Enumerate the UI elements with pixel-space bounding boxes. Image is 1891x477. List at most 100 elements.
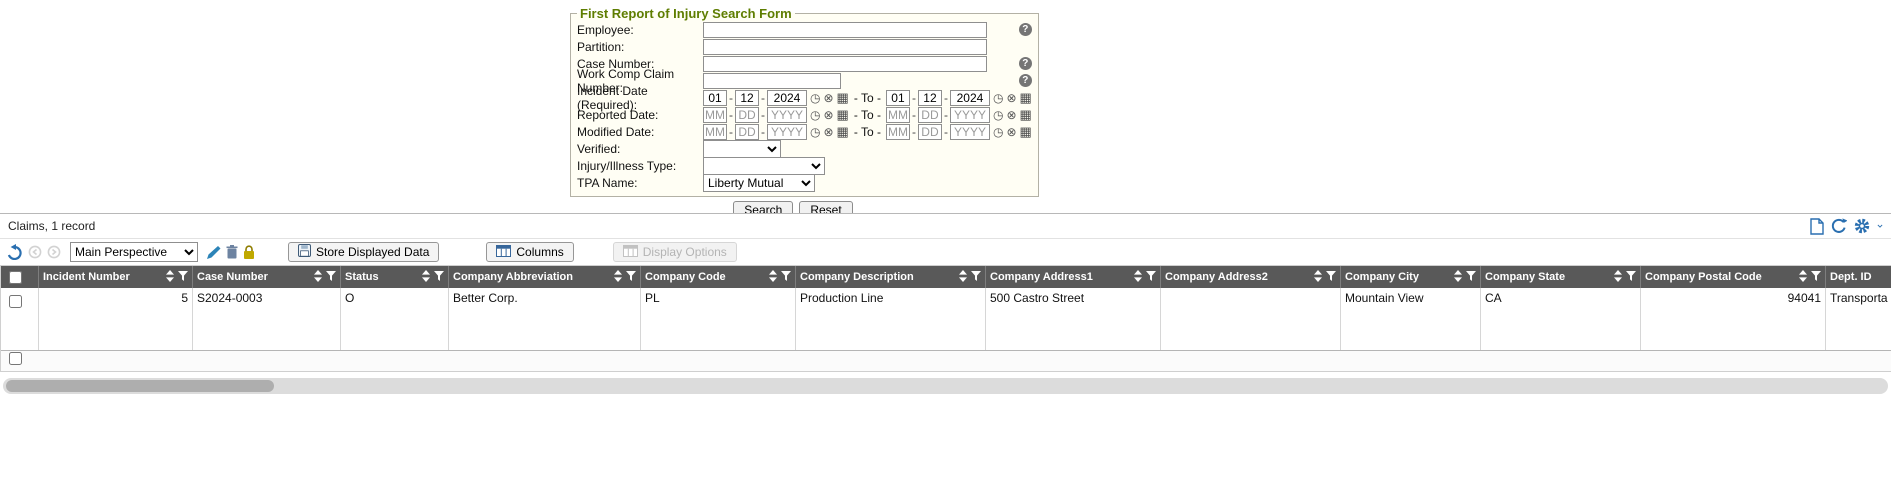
clear-icon[interactable]: ⊗ — [1006, 109, 1016, 121]
help-icon[interactable]: ? — [1019, 74, 1032, 87]
reload-perspective-icon[interactable] — [6, 244, 23, 260]
delete-perspective-icon[interactable] — [226, 245, 238, 259]
clear-icon[interactable]: ⊗ — [823, 126, 833, 138]
reported-from-month-input[interactable] — [703, 107, 727, 123]
employee-input[interactable] — [703, 22, 987, 38]
incident-to-year-input[interactable] — [950, 90, 990, 106]
reported-from-day-input[interactable] — [735, 107, 759, 123]
cell-company-code[interactable]: PL — [641, 288, 796, 350]
column-header-company-state[interactable]: Company State — [1481, 266, 1641, 288]
sort-icon[interactable] — [1614, 270, 1622, 285]
filter-icon[interactable] — [1466, 271, 1476, 284]
calendar-icon[interactable]: ▦ — [837, 108, 849, 121]
modified-from-day-input[interactable] — [735, 124, 759, 140]
sort-icon[interactable] — [769, 270, 777, 285]
scrollbar-thumb[interactable] — [6, 380, 274, 392]
column-header-dept-id[interactable]: Dept. ID — [1826, 266, 1891, 288]
clock-icon[interactable]: ◷ — [810, 126, 820, 138]
calendar-icon[interactable]: ▦ — [837, 125, 849, 138]
filter-icon[interactable] — [1626, 271, 1636, 284]
sort-icon[interactable] — [614, 270, 622, 285]
incident-from-month-input[interactable] — [703, 90, 727, 106]
calendar-icon[interactable]: ▦ — [1020, 125, 1032, 138]
columns-button[interactable]: Columns — [486, 242, 573, 262]
case-number-input[interactable] — [703, 56, 987, 72]
cell-case-number[interactable]: S2024-0003 — [193, 288, 341, 350]
filter-icon[interactable] — [781, 271, 791, 284]
row-checkbox[interactable] — [9, 295, 22, 308]
calendar-icon[interactable]: ▦ — [1020, 91, 1032, 104]
clock-icon[interactable]: ◷ — [810, 92, 820, 104]
filter-icon[interactable] — [178, 271, 188, 284]
reported-to-year-input[interactable] — [950, 107, 990, 123]
sort-icon[interactable] — [166, 270, 174, 285]
reported-from-year-input[interactable] — [767, 107, 807, 123]
horizontal-scrollbar[interactable] — [3, 378, 1888, 394]
modified-to-day-input[interactable] — [918, 124, 942, 140]
incident-to-day-input[interactable] — [918, 90, 942, 106]
injury-type-select[interactable] — [703, 157, 825, 175]
tpa-select[interactable]: Liberty Mutual — [703, 174, 815, 192]
column-header-company-address2[interactable]: Company Address2 — [1161, 266, 1341, 288]
column-header-company-code[interactable]: Company Code — [641, 266, 796, 288]
lock-icon[interactable] — [243, 245, 255, 260]
clear-icon[interactable]: ⊗ — [1006, 92, 1016, 104]
modified-to-year-input[interactable] — [950, 124, 990, 140]
cell-company-description[interactable]: Production Line — [796, 288, 986, 350]
clear-icon[interactable]: ⊗ — [823, 92, 833, 104]
filter-icon[interactable] — [626, 271, 636, 284]
clear-icon[interactable]: ⊗ — [823, 109, 833, 121]
help-icon[interactable]: ? — [1019, 57, 1032, 70]
store-displayed-data-button[interactable]: Store Displayed Data — [288, 242, 439, 262]
clear-icon[interactable]: ⊗ — [1006, 126, 1016, 138]
cell-dept-id[interactable]: Transporta — [1826, 288, 1891, 350]
cell-status[interactable]: O — [341, 288, 449, 350]
incident-from-day-input[interactable] — [735, 90, 759, 106]
cell-company-address2[interactable] — [1161, 288, 1341, 350]
new-document-icon[interactable] — [1810, 218, 1824, 235]
cell-company-state[interactable]: CA — [1481, 288, 1641, 350]
verified-select[interactable] — [703, 140, 781, 158]
cell-company-address1[interactable]: 500 Castro Street — [986, 288, 1161, 350]
reported-to-day-input[interactable] — [918, 107, 942, 123]
clock-icon[interactable]: ◷ — [993, 92, 1003, 104]
cell-company-postal-code[interactable]: 94041 — [1641, 288, 1826, 350]
perspective-select[interactable]: Main Perspective — [70, 242, 198, 262]
incident-to-month-input[interactable] — [886, 90, 910, 106]
refresh-icon[interactable] — [1831, 218, 1847, 234]
help-icon[interactable]: ? — [1019, 23, 1032, 36]
filter-icon[interactable] — [434, 271, 444, 284]
edit-perspective-icon[interactable] — [207, 245, 221, 259]
work-comp-claim-number-input[interactable] — [703, 73, 841, 89]
column-header-company-address1[interactable]: Company Address1 — [986, 266, 1161, 288]
column-header-company-abbreviation[interactable]: Company Abbreviation — [449, 266, 641, 288]
filter-icon[interactable] — [1811, 271, 1821, 284]
sort-icon[interactable] — [959, 270, 967, 285]
filter-icon[interactable] — [326, 271, 336, 284]
clock-icon[interactable]: ◷ — [993, 109, 1003, 121]
cell-company-city[interactable]: Mountain View — [1341, 288, 1481, 350]
calendar-icon[interactable]: ▦ — [1020, 108, 1032, 121]
clock-icon[interactable]: ◷ — [993, 126, 1003, 138]
footer-checkbox[interactable] — [9, 352, 22, 365]
cell-incident-number[interactable]: 5 — [39, 288, 193, 350]
calendar-icon[interactable]: ▦ — [837, 91, 849, 104]
sort-icon[interactable] — [422, 270, 430, 285]
sort-icon[interactable] — [1314, 270, 1322, 285]
column-header-status[interactable]: Status — [341, 266, 449, 288]
clock-icon[interactable]: ◷ — [810, 109, 820, 121]
select-all-checkbox[interactable] — [9, 271, 22, 284]
modified-to-month-input[interactable] — [886, 124, 910, 140]
sort-icon[interactable] — [1134, 270, 1142, 285]
gear-icon[interactable] — [1854, 218, 1870, 234]
column-header-company-postal-code[interactable]: Company Postal Code — [1641, 266, 1826, 288]
partition-input[interactable] — [703, 39, 987, 55]
filter-icon[interactable] — [971, 271, 981, 284]
sort-icon[interactable] — [314, 270, 322, 285]
column-header-company-description[interactable]: Company Description — [796, 266, 986, 288]
chevron-down-icon[interactable] — [1877, 219, 1883, 233]
cell-company-abbreviation[interactable]: Better Corp. — [449, 288, 641, 350]
modified-from-year-input[interactable] — [767, 124, 807, 140]
modified-from-month-input[interactable] — [703, 124, 727, 140]
table-row[interactable]: 5 S2024-0003 O Better Corp. PL Productio… — [1, 288, 1891, 351]
